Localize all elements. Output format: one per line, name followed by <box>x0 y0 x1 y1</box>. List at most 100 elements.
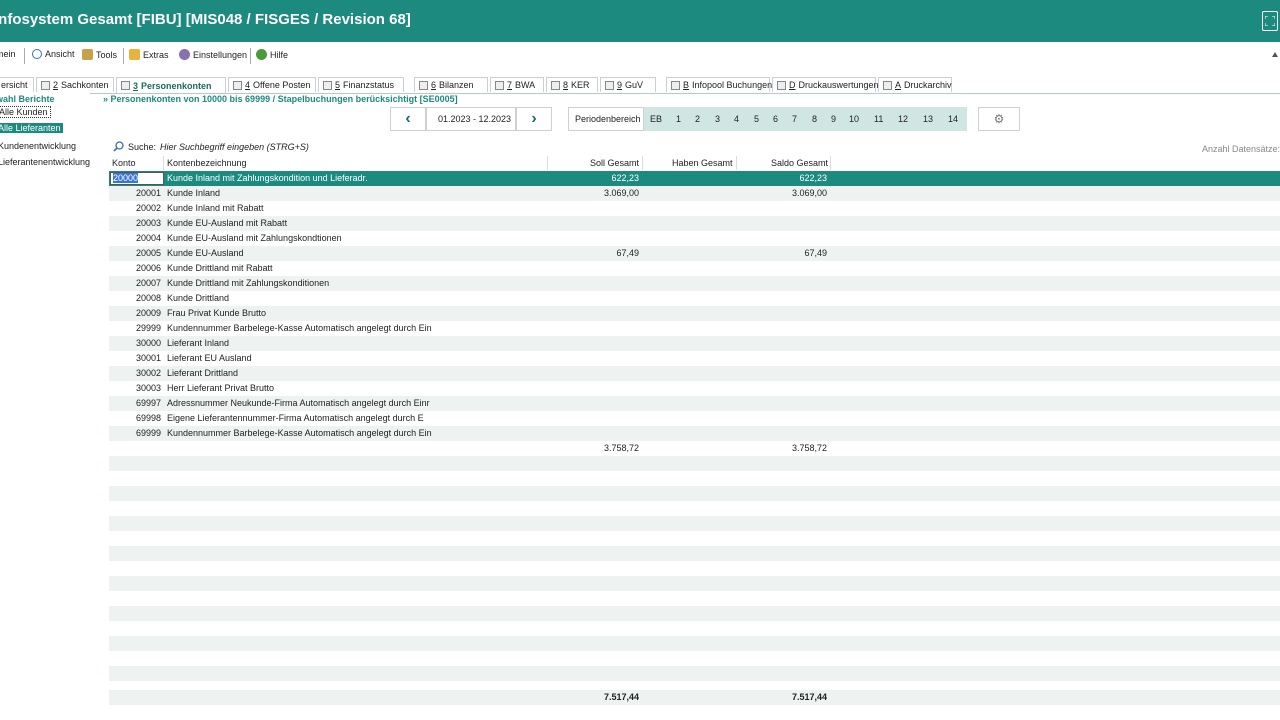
table-row[interactable] <box>109 576 1280 591</box>
table-row[interactable] <box>109 561 1280 576</box>
period-1[interactable]: 1 <box>676 114 681 124</box>
table-row[interactable]: 69997 Adressnummer Neukunde-Firma Automat… <box>109 396 1280 411</box>
table-row[interactable] <box>109 636 1280 651</box>
kontenbezeichnung-cell: Kunde EU-Ausland mit Zahlungskondtionen <box>167 233 342 243</box>
konto-cell: 20004 <box>135 233 161 243</box>
table-row[interactable] <box>109 471 1280 486</box>
table-row[interactable] <box>109 531 1280 546</box>
konto-cell-editor[interactable]: 20000 <box>110 172 164 185</box>
table-row[interactable]: 30000 Lieferant Inland <box>109 336 1280 351</box>
column-divider[interactable] <box>642 156 643 170</box>
tab-offene-posten[interactable]: 4 Offene Posten <box>228 77 316 92</box>
table-row[interactable] <box>109 456 1280 471</box>
table-row[interactable]: 20004 Kunde EU-Ausland mit Zahlungskondti… <box>109 231 1280 246</box>
konto-cell: 69999 <box>135 428 161 438</box>
table-row[interactable]: 20005 Kunde EU-Ausland 67,49 67,49 <box>109 246 1280 261</box>
period-12[interactable]: 12 <box>898 114 908 124</box>
period-9[interactable]: 9 <box>831 114 836 124</box>
main-content: » Personenkonten von 10000 bis 69999 / S… <box>103 93 1280 720</box>
table-row[interactable] <box>109 486 1280 501</box>
table-row[interactable]: 20008 Kunde Drittland <box>109 291 1280 306</box>
table-row[interactable] <box>109 591 1280 606</box>
table-row[interactable] <box>109 501 1280 516</box>
table-row[interactable]: 69999 Kundennummer Barbelege-Kasse Automa… <box>109 426 1280 441</box>
menu-tools[interactable]: Tools <box>82 49 117 60</box>
table-row[interactable]: 29999 Kundennummer Barbelege-Kasse Automa… <box>109 321 1280 336</box>
tab-personenkonten[interactable]: 3 Personenkonten <box>116 77 226 93</box>
konto-cell: 30001 <box>135 353 161 363</box>
column-divider[interactable] <box>547 156 548 170</box>
tab-icon <box>777 80 786 90</box>
table-row[interactable]: 20009 Frau Privat Kunde Brutto <box>109 306 1280 321</box>
period-6[interactable]: 6 <box>773 114 778 124</box>
table-row[interactable]: 7.517,44 7.517,44 <box>109 690 1280 705</box>
table-row[interactable]: 3.758,72 3.758,72 <box>109 441 1280 456</box>
tab-bilanzen[interactable]: 6 Bilanzen <box>414 77 488 92</box>
menu-separator <box>123 48 124 64</box>
period-8[interactable]: 8 <box>812 114 817 124</box>
collapse-arrow-icon[interactable] <box>1272 52 1278 57</box>
table-row[interactable]: 20001 Kunde Inland 3.069,00 3.069,00 <box>109 186 1280 201</box>
period-11[interactable]: 11 <box>874 114 883 124</box>
tab-ker[interactable]: 8 KER <box>546 77 598 92</box>
tab-uebersicht[interactable]: ersicht <box>0 77 34 92</box>
menu-ansicht[interactable]: Ansicht <box>32 49 75 59</box>
table-row[interactable]: 30002 Lieferant Drittland <box>109 366 1280 381</box>
tab-icon <box>419 80 428 90</box>
table-row[interactable]: 20006 Kunde Drittland mit Rabatt <box>109 261 1280 276</box>
maximize-button[interactable] <box>1262 11 1278 31</box>
prev-period-button[interactable]: ‹ <box>390 107 426 131</box>
period-eb[interactable]: EB <box>650 114 662 124</box>
table-row[interactable] <box>109 621 1280 636</box>
table-row[interactable]: 30001 Lieferant EU Ausland <box>109 351 1280 366</box>
table-row[interactable]: 20000 Kunde Inland mit Zahlungskondition … <box>109 171 1280 186</box>
tab-druckarchiv[interactable]: A Druckarchiv <box>878 77 952 92</box>
tab-sachkonten[interactable]: 2 Sachkonten <box>36 77 114 92</box>
sidebar-item-lieferantenentwicklung[interactable]: Lieferantenentwicklung <box>0 157 92 167</box>
period-5[interactable]: 5 <box>754 114 759 124</box>
options-button[interactable]: ⚙ <box>978 107 1020 131</box>
col-kontenbezeichnung[interactable]: Kontenbezeichnung <box>167 158 247 168</box>
period-7[interactable]: 7 <box>792 114 797 124</box>
soll-cell: 622,23 <box>611 173 639 183</box>
tab-bwa[interactable]: 7 BWA <box>490 77 544 92</box>
period-13[interactable]: 13 <box>923 114 933 124</box>
table-row[interactable] <box>109 546 1280 561</box>
tab-infopool-buchungen[interactable]: B Infopool Buchungen <box>666 77 772 92</box>
col-saldo-gesamt[interactable]: Saldo Gesamt <box>771 158 828 168</box>
table-row[interactable] <box>109 666 1280 681</box>
table-row[interactable] <box>109 606 1280 621</box>
table-row[interactable]: 20003 Kunde EU-Ausland mit Rabatt <box>109 216 1280 231</box>
column-divider[interactable] <box>163 156 164 170</box>
tab-druckauswertungen[interactable]: D Druckauswertungen <box>772 77 879 92</box>
col-konto[interactable]: Konto <box>112 158 136 168</box>
sidebar-item-alle-kunden[interactable]: Alle Kunden <box>0 106 51 118</box>
menu-einstellungen[interactable]: Einstellungen <box>179 49 247 60</box>
tab-finanzstatus[interactable]: 5 Finanzstatus <box>318 77 404 92</box>
table-row[interactable]: 20007 Kunde Drittland mit Zahlungskonditi… <box>109 276 1280 291</box>
next-period-button[interactable]: › <box>516 107 552 131</box>
period-3[interactable]: 3 <box>715 114 720 124</box>
tab-guv[interactable]: 9 GuV <box>600 77 656 92</box>
sidebar-heading: wahl Berichte <box>0 94 55 104</box>
table-row[interactable] <box>109 651 1280 666</box>
sidebar-item-alle-lieferanten[interactable]: Alle Lieferanten <box>0 123 63 133</box>
search-input[interactable]: Hier Suchbegriff eingeben (STRG+S) <box>160 142 309 152</box>
column-divider[interactable] <box>830 156 831 170</box>
period-10[interactable]: 10 <box>849 114 859 124</box>
search-bar[interactable]: Suche: Hier Suchbegriff eingeben (STRG+S… <box>113 141 309 152</box>
period-14[interactable]: 14 <box>948 114 958 124</box>
sidebar-item-kundenentwicklung[interactable]: Kundenentwicklung <box>0 141 78 151</box>
period-2[interactable]: 2 <box>695 114 700 124</box>
table-row[interactable]: 20002 Kunde Inland mit Rabatt <box>109 201 1280 216</box>
menu-extras[interactable]: Extras <box>129 49 169 60</box>
table-row[interactable]: 30003 Herr Lieferant Privat Brutto <box>109 381 1280 396</box>
column-divider[interactable] <box>736 156 737 170</box>
table-row[interactable]: 69998 Eigene Lieferantennummer-Firma Auto… <box>109 411 1280 426</box>
menu-allgemein[interactable]: mein <box>0 49 16 59</box>
period-4[interactable]: 4 <box>734 114 739 124</box>
table-row[interactable] <box>109 516 1280 531</box>
col-haben-gesamt[interactable]: Haben Gesamt <box>672 158 733 168</box>
menu-hilfe[interactable]: Hilfe <box>256 49 288 60</box>
col-soll-gesamt[interactable]: Soll Gesamt <box>590 158 639 168</box>
